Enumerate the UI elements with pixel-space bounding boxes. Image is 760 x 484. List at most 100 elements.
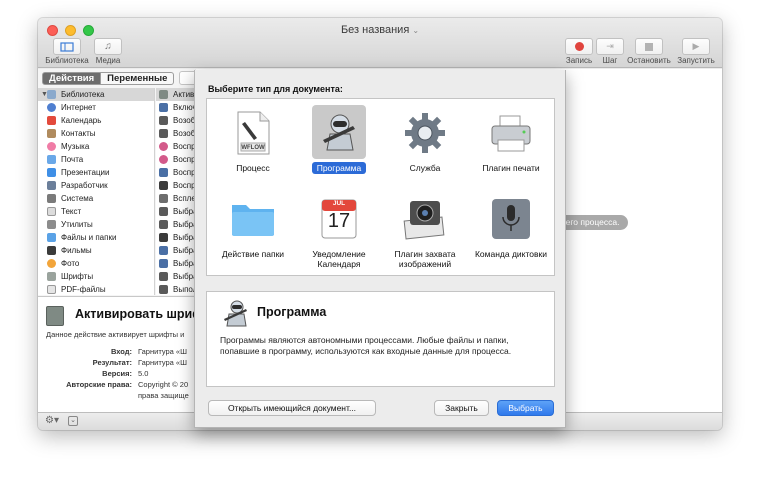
action-icon — [159, 142, 168, 151]
type-print-plugin[interactable]: Плагин печати — [471, 105, 551, 193]
list-item[interactable]: Возоб — [156, 127, 195, 140]
type-label: Команда диктовки — [474, 249, 548, 259]
workflow-file-icon: WFLOW — [230, 108, 276, 158]
list-item[interactable]: Воспр — [156, 153, 195, 166]
step-icon: ⇥ — [606, 41, 614, 51]
action-icon — [159, 272, 168, 281]
type-label: Процесс — [236, 163, 270, 173]
list-item[interactable]: Файлы и папки — [38, 231, 154, 244]
field-value: Гарнитура «Ш — [138, 347, 187, 356]
list-item[interactable]: Фото — [38, 257, 154, 270]
action-description: Активировать шриф Данное действие активи… — [38, 296, 203, 412]
type-folder-action[interactable]: Действие папки — [213, 191, 293, 279]
info-title: Программа — [257, 305, 327, 319]
microphone-icon — [488, 194, 534, 244]
record-icon — [574, 42, 584, 51]
action-icon — [159, 90, 168, 99]
list-item[interactable]: Система — [38, 192, 154, 205]
list-item[interactable]: Фильмы — [38, 244, 154, 257]
list-item[interactable]: Вспле — [156, 192, 195, 205]
list-item[interactable]: Выбра — [156, 205, 195, 218]
document-type-grid: WFLOW Процесс Программа Служба Плагин пе… — [206, 98, 555, 276]
gear-menu-icon[interactable]: ⚙▾ — [45, 415, 59, 426]
run-label: Запустить — [677, 56, 715, 65]
type-dictation-command[interactable]: Команда диктовки — [471, 191, 551, 279]
sheet-prompt: Выберите тип для документа: — [208, 84, 343, 94]
description-title: Активировать шриф — [75, 307, 204, 321]
type-workflow[interactable]: WFLOW Процесс — [213, 105, 293, 193]
description-text: Данное действие активирует шрифты и — [46, 330, 185, 339]
type-service[interactable]: Служба — [385, 105, 465, 193]
globe-icon — [47, 103, 56, 112]
list-item[interactable]: Текст — [38, 205, 154, 218]
step-label: Шаг — [602, 56, 618, 65]
system-icon — [47, 194, 56, 203]
action-icon — [159, 233, 168, 242]
type-label: Плагин захвата изображений — [394, 249, 456, 269]
list-item[interactable]: Выбра — [156, 270, 195, 283]
list-item[interactable]: Выбра — [156, 244, 195, 257]
list-item[interactable]: Выпол — [156, 283, 195, 295]
list-item[interactable]: Шрифты — [38, 270, 154, 283]
tab-variables[interactable]: Переменные — [101, 72, 175, 85]
play-icon: ▶ — [692, 41, 700, 51]
list-item[interactable]: Возоб — [156, 114, 195, 127]
open-existing-button[interactable]: Открыть имеющийся документ... — [208, 400, 376, 416]
list-item[interactable]: Контакты — [38, 127, 154, 140]
choose-button[interactable]: Выбрать — [497, 400, 554, 416]
movies-icon — [47, 246, 56, 255]
list-item[interactable]: Почта — [38, 153, 154, 166]
type-label: Плагин печати — [482, 163, 540, 173]
tab-actions[interactable]: Действия — [42, 72, 102, 85]
step-button[interactable]: ⇥ — [596, 38, 624, 55]
type-calendar-alarm[interactable]: JUL 17 Уведомление Календаря — [299, 191, 379, 279]
list-item[interactable]: Воспр — [156, 140, 195, 153]
type-application[interactable]: Программа — [299, 105, 379, 193]
action-icon — [159, 155, 168, 164]
pdf-icon — [47, 285, 56, 294]
type-image-capture[interactable]: Плагин захвата изображений — [385, 191, 465, 279]
action-icon — [159, 207, 168, 216]
action-icon — [159, 103, 168, 112]
run-button[interactable]: ▶ — [682, 38, 710, 55]
list-item[interactable]: Презентации — [38, 166, 154, 179]
list-item[interactable]: Воспр — [156, 179, 195, 192]
list-item[interactable]: PDF-файлы — [38, 283, 154, 296]
field-key: Результат: — [92, 358, 132, 367]
list-item[interactable]: Разработчик — [38, 179, 154, 192]
description-toggle-icon[interactable]: ⌄ — [68, 416, 78, 426]
library-icon — [60, 41, 74, 52]
list-item[interactable]: Интернет — [38, 101, 154, 114]
library-button[interactable] — [53, 38, 81, 55]
stop-icon — [645, 42, 653, 51]
stop-button[interactable] — [635, 38, 663, 55]
list-item[interactable]: ▼ Библиотека — [38, 88, 154, 101]
field-key: Версия: — [102, 369, 132, 378]
calendar-icon: JUL 17 — [316, 194, 362, 244]
list-item[interactable]: Воспр — [156, 166, 195, 179]
close-button[interactable]: Закрыть — [434, 400, 489, 416]
list-item[interactable]: Выбра — [156, 218, 195, 231]
type-label: Служба — [409, 163, 441, 173]
list-item[interactable]: Активи — [156, 88, 195, 101]
gear-icon — [402, 108, 448, 158]
list-item[interactable]: Выбра — [156, 231, 195, 244]
text-icon — [47, 207, 56, 216]
action-icon — [159, 246, 168, 255]
chevron-down-icon[interactable]: ⌄ — [412, 26, 419, 35]
music-note-icon: ♫ — [104, 41, 112, 52]
list-item[interactable]: Утилиты — [38, 218, 154, 231]
media-button[interactable]: ♫ — [94, 38, 122, 55]
action-icon — [159, 181, 168, 190]
list-item[interactable]: Включ — [156, 101, 195, 114]
record-button[interactable] — [565, 38, 593, 55]
disclosure-triangle-icon[interactable]: ▼ — [38, 91, 48, 98]
type-label: Программа — [311, 162, 367, 174]
field-value: Гарнитура «Ш — [138, 358, 187, 367]
list-item[interactable]: Музыка — [38, 140, 154, 153]
calendar-icon — [47, 116, 56, 125]
list-item[interactable]: Выбра — [156, 257, 195, 270]
list-item[interactable]: Календарь — [38, 114, 154, 127]
action-icon — [159, 129, 168, 138]
automator-robot-icon — [224, 300, 247, 327]
